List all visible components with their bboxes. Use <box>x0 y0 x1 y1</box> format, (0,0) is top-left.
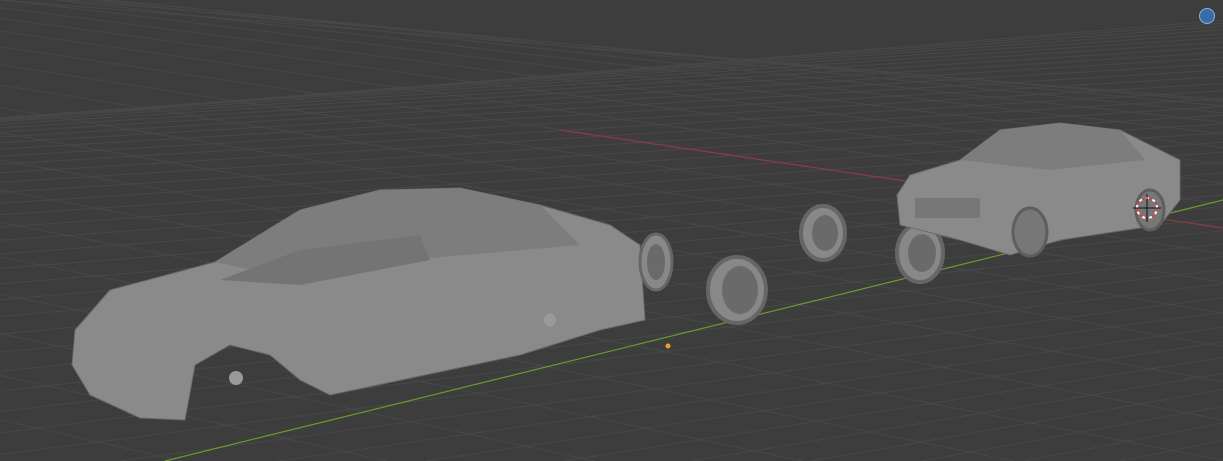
wheel[interactable] <box>638 232 674 292</box>
3d-viewport[interactable] <box>0 0 1223 461</box>
grid-line <box>692 372 1223 461</box>
wheel[interactable] <box>799 204 847 262</box>
scene <box>0 0 1223 461</box>
navigation-gizmo-icon[interactable] <box>1199 8 1215 24</box>
grid-line <box>0 419 182 461</box>
car-body-detached[interactable] <box>71 187 646 421</box>
grid-line <box>109 0 1223 114</box>
wheel[interactable] <box>706 255 768 325</box>
grid-line <box>564 357 1223 461</box>
origin-point-icon <box>665 343 671 349</box>
grid-line <box>1024 422 1223 461</box>
grid-line <box>0 33 1223 119</box>
grid-line <box>811 389 1223 461</box>
